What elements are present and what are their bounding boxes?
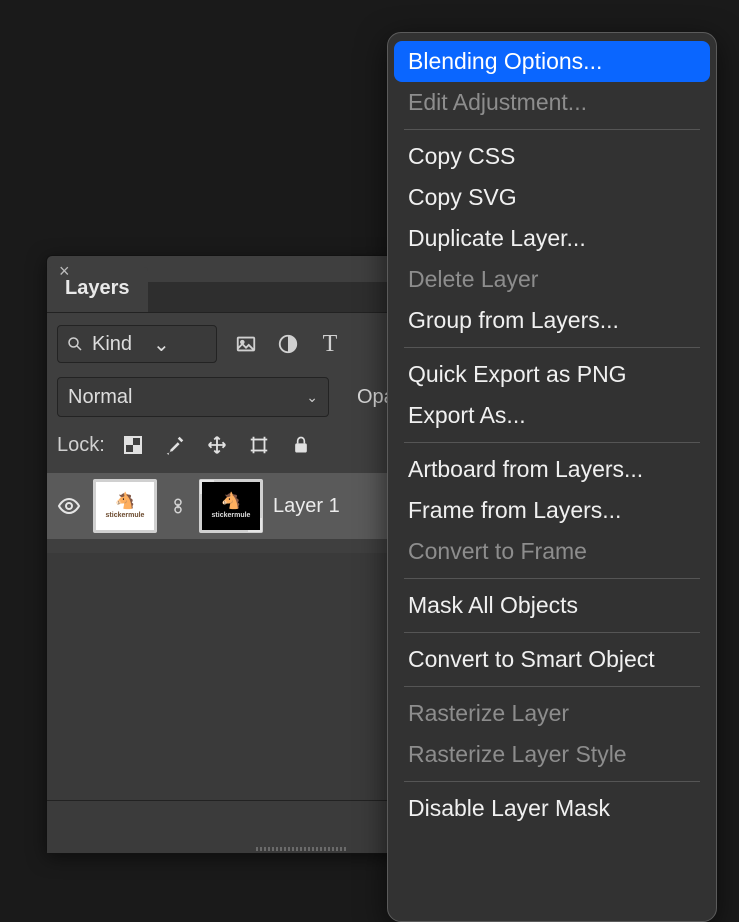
menu-item-blending-options[interactable]: Blending Options... <box>394 41 710 82</box>
filter-type-label: Kind <box>92 333 145 356</box>
lock-transparency-icon[interactable] <box>119 431 147 459</box>
menu-item-duplicate-layer[interactable]: Duplicate Layer... <box>394 218 710 259</box>
menu-separator <box>404 686 700 687</box>
chevron-down-icon: ⌄ <box>153 332 206 357</box>
menu-item-disable-layer-mask[interactable]: Disable Layer Mask <box>394 788 710 829</box>
menu-separator <box>404 578 700 579</box>
menu-separator <box>404 632 700 633</box>
thumbnail-text: stickermule <box>212 512 251 519</box>
lock-all-icon[interactable] <box>287 431 315 459</box>
close-icon[interactable]: × <box>59 262 70 280</box>
search-icon <box>66 335 84 353</box>
visibility-eye-icon[interactable] <box>55 492 83 520</box>
menu-separator <box>404 129 700 130</box>
menu-item-copy-svg[interactable]: Copy SVG <box>394 177 710 218</box>
mask-link-icon[interactable] <box>167 497 189 515</box>
layer-name-label[interactable]: Layer 1 <box>273 495 340 518</box>
menu-item-export-as[interactable]: Export As... <box>394 395 710 436</box>
menu-item-convert-to-smart-object[interactable]: Convert to Smart Object <box>394 639 710 680</box>
type-filter-icon[interactable]: T <box>317 331 343 357</box>
horse-icon: 🐴 <box>115 494 135 510</box>
menu-item-delete-layer: Delete Layer <box>394 259 710 300</box>
menu-item-rasterize-layer-style: Rasterize Layer Style <box>394 734 710 775</box>
adjustment-filter-icon[interactable] <box>275 331 301 357</box>
pixel-layer-filter-icon[interactable] <box>233 331 259 357</box>
menu-separator <box>404 347 700 348</box>
menu-item-mask-all-objects[interactable]: Mask All Objects <box>394 585 710 626</box>
chevron-down-icon: ⌄ <box>306 389 318 406</box>
menu-item-copy-css[interactable]: Copy CSS <box>394 136 710 177</box>
menu-item-edit-adjustment: Edit Adjustment... <box>394 82 710 123</box>
filter-type-dropdown[interactable]: Kind ⌄ <box>57 325 217 363</box>
menu-item-artboard-from-layers[interactable]: Artboard from Layers... <box>394 449 710 490</box>
lock-label: Lock: <box>57 434 105 457</box>
blend-mode-value: Normal <box>68 386 132 409</box>
menu-separator <box>404 781 700 782</box>
layer-context-menu: Blending Options...Edit Adjustment... Cop… <box>387 32 717 922</box>
menu-item-frame-from-layers[interactable]: Frame from Layers... <box>394 490 710 531</box>
menu-separator <box>404 442 700 443</box>
menu-item-rasterize-layer: Rasterize Layer <box>394 693 710 734</box>
lock-artboard-icon[interactable] <box>245 431 273 459</box>
menu-item-convert-to-frame: Convert to Frame <box>394 531 710 572</box>
layer-thumbnail[interactable]: 🐴 stickermule <box>93 479 157 533</box>
blend-mode-dropdown[interactable]: Normal ⌄ <box>57 377 329 417</box>
lock-move-icon[interactable] <box>203 431 231 459</box>
horse-icon: 🐴 <box>221 494 241 510</box>
thumbnail-text: stickermule <box>106 512 145 519</box>
lock-brush-icon[interactable] <box>161 431 189 459</box>
menu-item-quick-export-as-png[interactable]: Quick Export as PNG <box>394 354 710 395</box>
layer-mask-thumbnail[interactable]: 🐴 stickermule <box>199 479 263 533</box>
menu-item-group-from-layers[interactable]: Group from Layers... <box>394 300 710 341</box>
